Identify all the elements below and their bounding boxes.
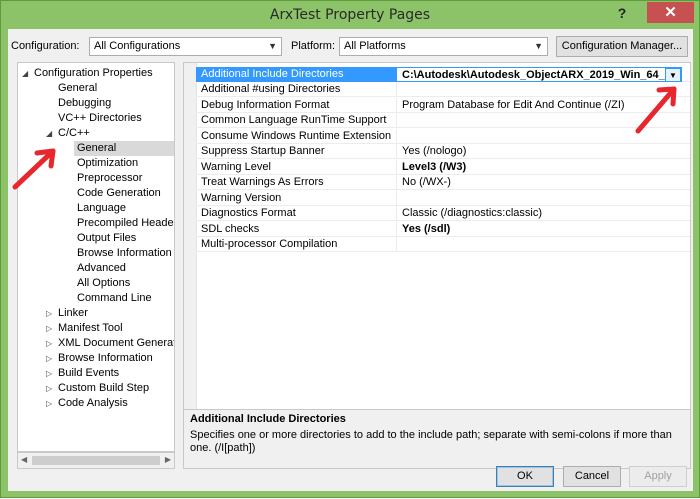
property-row[interactable]: Treat Warnings As Errors No (/WX-) — [196, 175, 690, 190]
tree-item-configuration-properties[interactable]: ◢ Configuration Properties — [22, 66, 153, 81]
platform-label: Platform: — [291, 40, 336, 52]
tree-item-cpp-general[interactable]: General — [74, 141, 174, 156]
collapsed-arrow-icon: ▷ — [46, 384, 53, 393]
configuration-value: All Configurations — [94, 40, 181, 52]
tree-item-vc-directories[interactable]: VC++ Directories — [58, 111, 142, 126]
tree-item-command-line[interactable]: Command Line — [77, 291, 152, 306]
tree-item-language[interactable]: Language — [77, 201, 126, 216]
scrollbar-thumb[interactable] — [32, 456, 160, 465]
collapsed-arrow-icon: ▷ — [46, 369, 53, 378]
property-row[interactable]: Multi-processor Compilation — [196, 237, 690, 252]
title-bar[interactable]: ArxTest Property Pages ? ✕ — [1, 1, 699, 29]
collapsed-arrow-icon: ▷ — [46, 339, 53, 348]
tree-item-browse-information-2[interactable]: ▷ Browse Information — [46, 351, 153, 366]
dialog-body: Configuration: All Configurations ▼ Plat… — [8, 29, 693, 491]
property-row-additional-include-directories[interactable]: Additional Include Directories C:\Autode… — [196, 67, 690, 82]
description-text: Specifies one or more directories to add… — [190, 429, 672, 454]
tree-item-xml-document-generator[interactable]: ▷ XML Document Generator — [46, 336, 174, 351]
property-row[interactable]: Warning Version — [196, 191, 690, 206]
collapsed-arrow-icon: ▷ — [46, 309, 53, 318]
expanded-arrow-icon: ◢ — [22, 69, 29, 78]
tree-item-linker[interactable]: ▷ Linker — [46, 306, 88, 321]
apply-button: Apply — [629, 466, 687, 487]
tree-item-debugging[interactable]: Debugging — [58, 96, 111, 111]
tree-item-output-files[interactable]: Output Files — [77, 231, 136, 246]
description-panel: Additional Include Directories Specifies… — [183, 409, 691, 469]
property-pages-window: ArxTest Property Pages ? ✕ Configuration… — [0, 0, 700, 498]
expanded-arrow-icon: ◢ — [46, 129, 53, 138]
chevron-down-icon[interactable]: ▼ — [665, 68, 681, 81]
configuration-manager-button[interactable]: Configuration Manager... — [556, 36, 688, 57]
property-row[interactable]: Warning Level Level3 (/W3) — [196, 160, 690, 175]
tree-item-general[interactable]: General — [58, 81, 97, 96]
help-button[interactable]: ? — [609, 3, 635, 23]
tree-horizontal-scrollbar[interactable]: ◀ ▶ — [17, 452, 175, 469]
chevron-down-icon: ▼ — [534, 41, 543, 51]
collapsed-arrow-icon: ▷ — [46, 354, 53, 363]
tree-item-browse-information[interactable]: Browse Information — [77, 246, 172, 261]
property-value-input[interactable]: C:\Autodesk\Autodesk_ObjectARX_2019_Win_… — [396, 67, 682, 82]
window-title: ArxTest Property Pages — [269, 7, 431, 23]
tree-item-build-events[interactable]: ▷ Build Events — [46, 366, 119, 381]
description-title: Additional Include Directories — [190, 413, 346, 425]
property-tree: ◢ Configuration Properties General Debugg… — [17, 62, 175, 452]
ok-button[interactable]: OK — [496, 466, 554, 487]
tree-item-preprocessor[interactable]: Preprocessor — [77, 171, 142, 186]
tree-item-manifest-tool[interactable]: ▷ Manifest Tool — [46, 321, 123, 336]
collapsed-arrow-icon: ▷ — [46, 324, 53, 333]
tree-item-optimization[interactable]: Optimization — [77, 156, 138, 171]
tree-item-custom-build-step[interactable]: ▷ Custom Build Step — [46, 381, 149, 396]
configuration-select[interactable]: All Configurations ▼ — [89, 37, 282, 56]
chevron-down-icon: ▼ — [268, 41, 277, 51]
configuration-label: Configuration: — [11, 40, 80, 52]
platform-value: All Platforms — [344, 40, 406, 52]
property-row[interactable]: Debug Information Format Program Database… — [196, 98, 690, 113]
property-grid: Additional Include Directories C:\Autode… — [183, 62, 691, 434]
collapsed-arrow-icon: ▷ — [46, 399, 53, 408]
property-row[interactable]: SDL checks Yes (/sdl) — [196, 222, 690, 237]
property-row[interactable]: Additional #using Directories — [196, 82, 690, 97]
tree-item-cpp[interactable]: ◢ C/C++ — [46, 126, 90, 141]
platform-select[interactable]: All Platforms ▼ — [339, 37, 548, 56]
close-button[interactable]: ✕ — [647, 2, 694, 23]
property-row[interactable]: Common Language RunTime Support — [196, 113, 690, 128]
scroll-left-icon[interactable]: ◀ — [21, 455, 27, 464]
tree-item-code-generation[interactable]: Code Generation — [77, 186, 161, 201]
tree-item-advanced[interactable]: Advanced — [77, 261, 126, 276]
scroll-right-icon[interactable]: ▶ — [165, 455, 171, 464]
tree-item-all-options[interactable]: All Options — [77, 276, 130, 291]
property-row[interactable]: Suppress Startup Banner Yes (/nologo) — [196, 144, 690, 159]
tree-item-code-analysis[interactable]: ▷ Code Analysis — [46, 396, 128, 411]
property-row[interactable]: Consume Windows Runtime Extension — [196, 129, 690, 144]
property-row[interactable]: Diagnostics Format Classic (/diagnostics:… — [196, 206, 690, 221]
property-name: Additional Include Directories — [196, 67, 396, 82]
cancel-button[interactable]: Cancel — [563, 466, 621, 487]
tree-item-precompiled-headers[interactable]: Precompiled Headers — [77, 216, 174, 231]
